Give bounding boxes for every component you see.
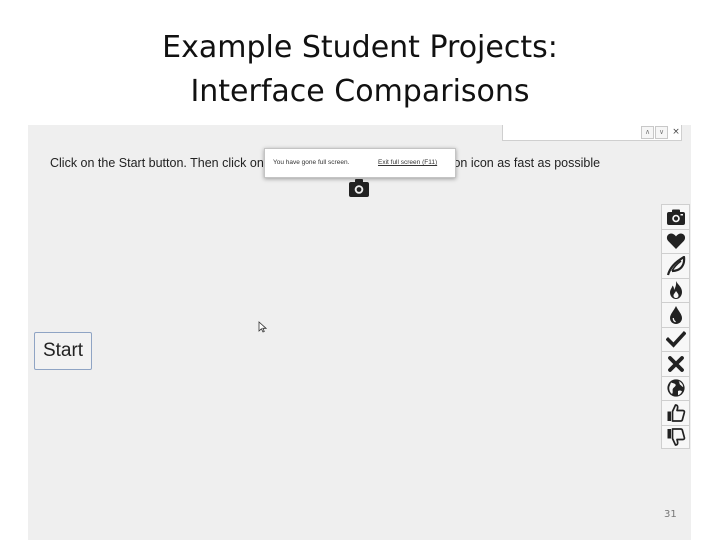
mouse-cursor-icon	[258, 321, 267, 333]
slide-title: Example Student Projects: Interface Comp…	[0, 26, 720, 114]
slide-number: 31	[664, 509, 677, 520]
title-line-2: Interface Comparisons	[190, 74, 530, 109]
fire-icon	[669, 281, 682, 300]
toolbar-thumbs-down-button[interactable]	[661, 424, 690, 449]
find-bar[interactable]: ∧ ∨	[502, 125, 682, 141]
title-line-1: Example Student Projects:	[162, 30, 558, 65]
x-icon	[667, 355, 684, 372]
thumbs-up-icon	[667, 403, 685, 422]
exit-fullscreen-link[interactable]: Exit full screen (F11)	[378, 159, 437, 166]
toolbar-thumbs-up-button[interactable]	[661, 400, 690, 425]
toolbar-leaf-button[interactable]	[661, 253, 690, 278]
toolbar-check-button[interactable]	[661, 326, 690, 351]
find-close-button[interactable]: ×	[670, 126, 682, 138]
check-icon	[665, 331, 686, 348]
heart-icon	[666, 233, 685, 250]
globe-icon	[666, 379, 685, 397]
toolbar-x-button[interactable]	[661, 351, 690, 376]
fullscreen-message: You have gone full screen.	[273, 159, 350, 166]
find-input[interactable]	[504, 125, 634, 138]
start-button[interactable]: Start	[34, 332, 92, 370]
camera-icon	[666, 209, 685, 225]
app-screenshot: ∧ ∨ × Click on the Start button. Then cl…	[28, 125, 691, 540]
find-next-button[interactable]: ∨	[655, 126, 668, 139]
toolbar-fire-button[interactable]	[661, 277, 690, 302]
icon-toolbar	[661, 204, 690, 449]
fullscreen-notification: You have gone full screen. Exit full scr…	[264, 148, 456, 178]
toolbar-heart-button[interactable]	[661, 228, 690, 253]
drop-icon	[669, 305, 682, 324]
camera-icon	[349, 179, 369, 197]
find-previous-button[interactable]: ∧	[641, 126, 654, 139]
leaf-icon	[666, 255, 685, 276]
thumbs-down-icon	[667, 427, 685, 446]
toolbar-globe-button[interactable]	[661, 375, 690, 400]
toolbar-drop-button[interactable]	[661, 302, 690, 327]
toolbar-camera-button[interactable]	[661, 204, 690, 229]
